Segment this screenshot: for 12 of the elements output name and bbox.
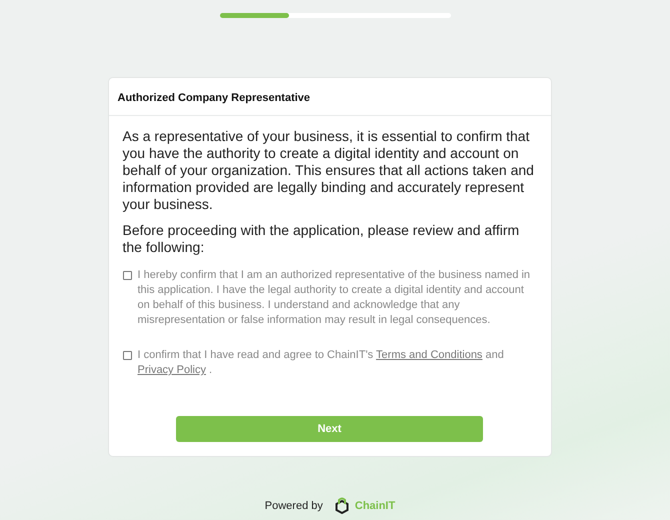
link[interactable]: Privacy Policy — [138, 364, 206, 376]
intro-paragraph: As a representative of your business, it is essential to confirm that you have the authority to create a digital identity and account on behalf of your organization. This ensures that all actions taken and information provided are legally binding and accurately represent your business. — [122, 128, 535, 213]
powered-by-text: Powered by — [264, 500, 323, 512]
hexagon-logo-icon — [334, 497, 349, 514]
checkbox[interactable] — [122, 271, 132, 280]
brand-name: ChainIT — [354, 500, 396, 512]
card-title: Authorized Company Representative — [118, 92, 310, 104]
agreement-text: I confirm that I have read and agree to ChainIT's Terms and Conditions and Privacy Policy . — [138, 348, 505, 378]
checkbox[interactable] — [122, 351, 132, 360]
agreement-text: I hereby confirm that I am an authorized representative of the business named in this application. I have the legal authority to create a digital identity and account on behalf of this business. I understand and acknowledge that any misrepresentation or false information may result in legal consequences. — [138, 268, 532, 328]
link[interactable]: Terms and Conditions — [376, 349, 482, 361]
prompt-text: Before proceeding with the application, please review and affirm the following: — [122, 222, 520, 256]
